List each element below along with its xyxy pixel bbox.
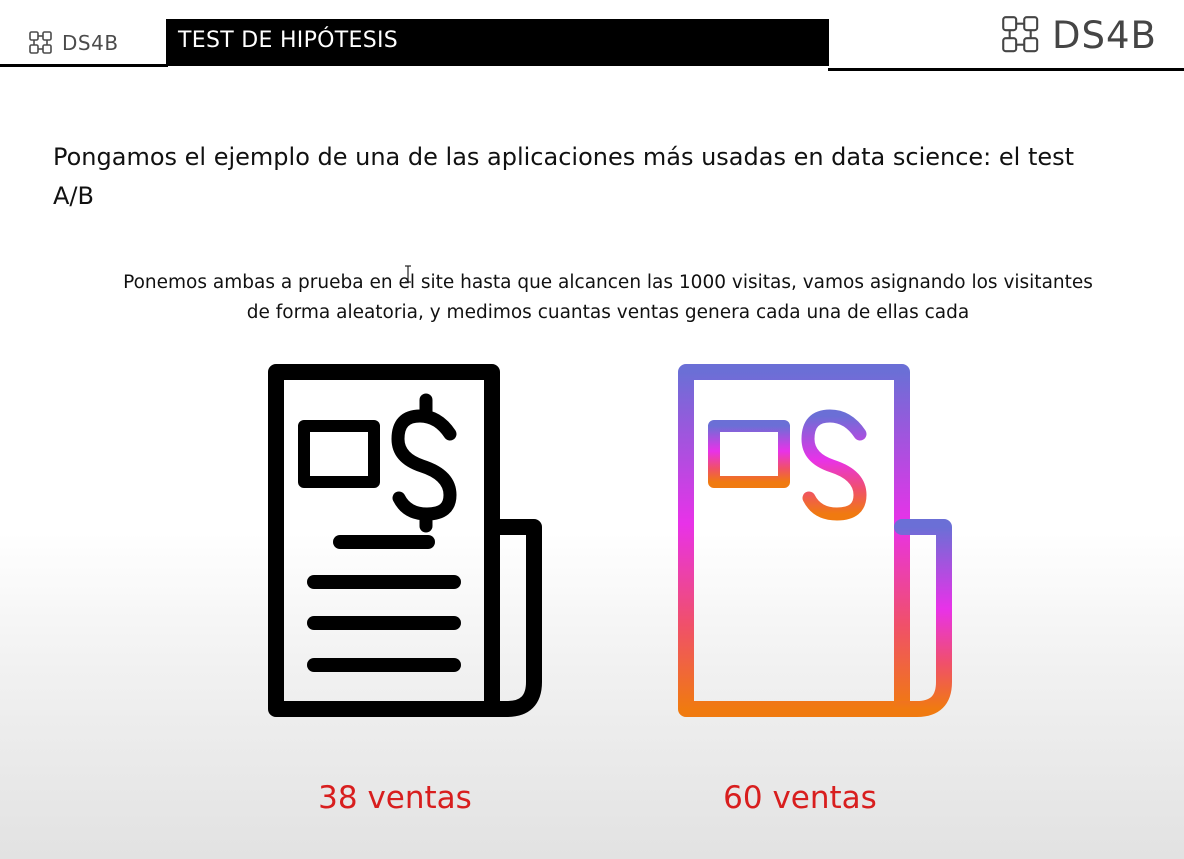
variant-a-sales-label: 38 ventas: [318, 780, 472, 816]
ds4b-logo-mark-icon: [29, 31, 52, 54]
header-rule-left: [0, 64, 168, 67]
invoice-icon-gradient: [678, 364, 952, 717]
logo-small-text: DS4B: [62, 31, 119, 55]
intro-paragraph: Pongamos el ejemplo de una de las aplica…: [53, 143, 1075, 210]
description-line-1: Ponemos ambas a prueba en el site hasta …: [123, 272, 1093, 293]
slide-title: TEST DE HIPÓTESIS: [178, 28, 399, 53]
ds4b-logo-mark-icon: [1002, 16, 1039, 53]
header-rule-right: [828, 68, 1184, 71]
title-bar: TEST DE HIPÓTESIS: [166, 19, 829, 66]
ds4b-logo-large: DS4B: [1000, 13, 1157, 57]
logo-large-text: DS4B: [1052, 13, 1157, 57]
text-cursor-icon: [405, 265, 411, 283]
description-line-2: de forma aleatoria, y medimos cuantas ve…: [246, 302, 970, 323]
ds4b-logo-small: DS4B: [28, 30, 119, 56]
variant-b-sales-label: 60 ventas: [723, 780, 877, 816]
slide-header: DS4B TEST DE HIPÓTESIS DS4B: [0, 0, 1184, 72]
description-paragraph: Ponemos ambas a prueba en el site hasta …: [60, 268, 1156, 328]
invoice-icon-black: [268, 364, 542, 717]
